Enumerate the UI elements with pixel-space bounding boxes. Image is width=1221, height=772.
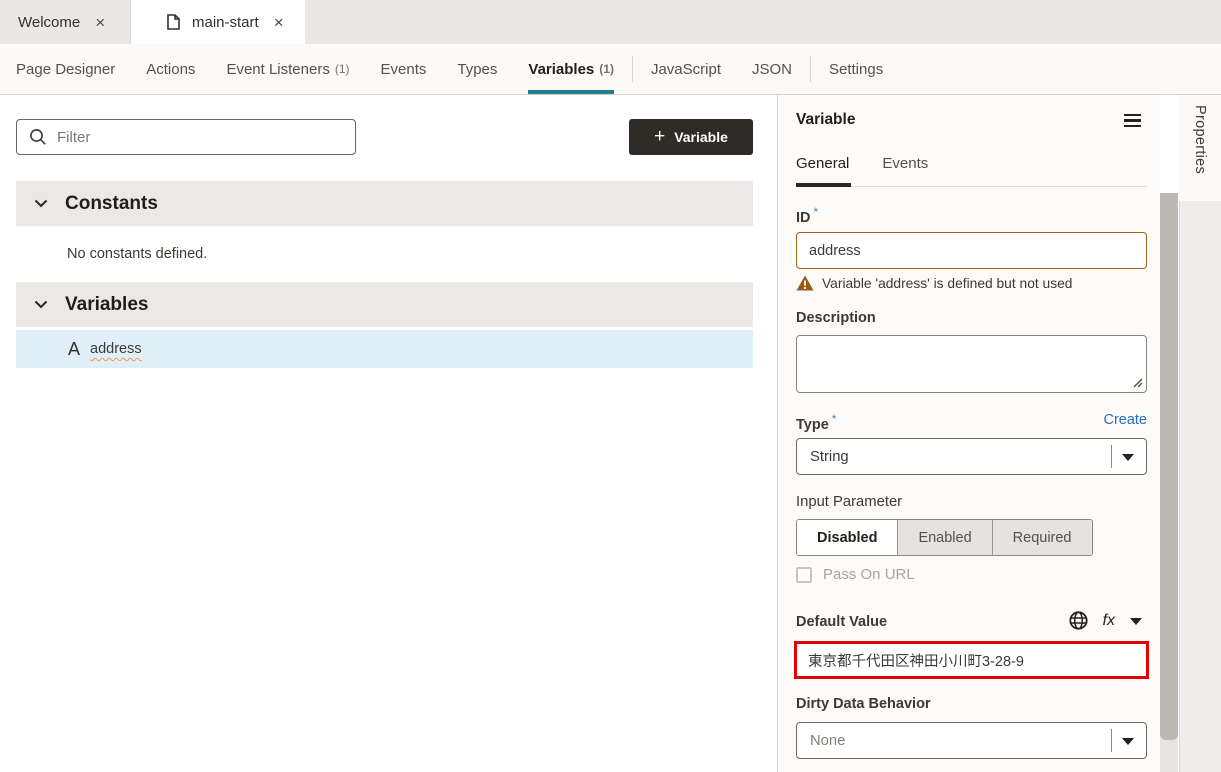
scrollbar-thumb[interactable] (1160, 193, 1178, 740)
dropdown-arrow-icon (1122, 454, 1134, 461)
constants-section-header[interactable]: Constants (16, 181, 753, 226)
tab-page-designer[interactable]: Page Designer (16, 44, 115, 95)
tab-welcome[interactable]: Welcome × (0, 0, 131, 44)
id-label: ID* (796, 205, 818, 226)
close-icon[interactable]: × (92, 13, 108, 32)
input-param-disabled-button[interactable]: Disabled (797, 520, 897, 555)
document-icon (167, 14, 180, 30)
tab-actions[interactable]: Actions (146, 44, 195, 95)
required-asterisk: * (814, 205, 819, 219)
tab-settings[interactable]: Settings (829, 44, 883, 95)
variables-section-header[interactable]: Variables (16, 282, 753, 327)
variable-name: address (90, 341, 142, 357)
properties-vertical-tab[interactable]: Properties (1179, 95, 1221, 201)
pass-on-url-label: Pass On URL (823, 566, 915, 583)
pass-on-url-checkbox[interactable] (796, 567, 812, 583)
create-type-link[interactable]: Create (1103, 412, 1147, 428)
string-type-icon: A (68, 339, 80, 360)
input-param-enabled-button[interactable]: Enabled (897, 520, 991, 555)
globe-icon[interactable] (1069, 611, 1088, 630)
menu-icon[interactable] (1124, 114, 1141, 127)
description-textarea[interactable] (796, 335, 1147, 393)
chevron-down-icon (34, 300, 48, 309)
type-select[interactable]: String (796, 438, 1147, 475)
no-constants-message: No constants defined. (67, 246, 207, 262)
properties-panel: Variable General Events ID* Variable 'ad… (779, 95, 1160, 772)
select-divider (1111, 729, 1112, 752)
tab-javascript[interactable]: JavaScript (651, 44, 721, 95)
tab-variables[interactable]: Variables(1) (528, 44, 614, 95)
dropdown-arrow-icon (1122, 738, 1134, 745)
variables-section-title: Variables (65, 294, 148, 316)
description-label: Description (796, 310, 876, 326)
fx-icon[interactable]: fx (1103, 612, 1115, 630)
active-tab-underline (528, 90, 614, 94)
visual-builder-window: Welcome × main-start × Page Designer Act… (0, 0, 1221, 772)
dock-strip-background (1179, 201, 1221, 772)
plus-icon: + (654, 127, 665, 146)
filter-input[interactable] (57, 129, 343, 146)
variables-list-panel: + Variable Constants No constants define… (0, 95, 778, 772)
dirty-data-behavior-label: Dirty Data Behavior (796, 696, 931, 712)
pass-on-url-row: Pass On URL (796, 566, 915, 583)
tab-main-start-label: main-start (192, 14, 259, 31)
select-divider (1111, 445, 1112, 468)
search-icon (29, 128, 47, 146)
editor-tab-strip: Welcome × main-start × (0, 0, 1221, 44)
right-dock-strip: Properties (1179, 95, 1221, 772)
dirty-data-behavior-select[interactable]: None (796, 722, 1147, 759)
type-label: Type* (796, 412, 836, 433)
tab-general[interactable]: General (796, 155, 849, 172)
default-value-input[interactable] (794, 641, 1149, 679)
tab-json[interactable]: JSON (752, 44, 792, 95)
required-asterisk: * (832, 412, 837, 426)
tab-event-listeners[interactable]: Event Listeners(1) (226, 44, 349, 95)
warning-icon (796, 275, 814, 291)
nav-divider (632, 56, 633, 82)
tab-events[interactable]: Events (381, 44, 427, 95)
active-properties-tab-underline (796, 183, 851, 187)
tab-types[interactable]: Types (457, 44, 497, 95)
variable-list-item-address[interactable]: A address (16, 330, 753, 368)
id-warning: Variable 'address' is defined but not us… (796, 275, 1072, 291)
dropdown-arrow-icon[interactable] (1130, 618, 1142, 625)
filter-box (16, 119, 356, 155)
input-parameter-label: Input Parameter (796, 494, 902, 510)
close-icon[interactable]: × (271, 13, 287, 32)
properties-scrollbar (1160, 95, 1178, 772)
warning-message: Variable 'address' is defined but not us… (822, 276, 1072, 291)
tab-events-properties[interactable]: Events (882, 155, 928, 172)
tab-welcome-label: Welcome (18, 14, 80, 31)
scrollbar-track[interactable] (1160, 193, 1178, 772)
input-param-required-button[interactable]: Required (992, 520, 1092, 555)
default-value-label: Default Value (796, 614, 887, 630)
page-nav-bar: Page Designer Actions Event Listeners(1)… (0, 44, 1221, 95)
default-value-actions: fx (1069, 611, 1142, 630)
tab-main-start[interactable]: main-start × (131, 0, 305, 44)
nav-divider (810, 56, 811, 82)
id-input[interactable] (796, 232, 1147, 269)
constants-section-title: Constants (65, 193, 158, 215)
properties-tabs: General Events (796, 155, 928, 172)
add-variable-button[interactable]: + Variable (629, 119, 753, 155)
chevron-down-icon (34, 199, 48, 208)
input-parameter-group: Disabled Enabled Required (796, 519, 1093, 556)
properties-panel-title: Variable (796, 111, 855, 129)
